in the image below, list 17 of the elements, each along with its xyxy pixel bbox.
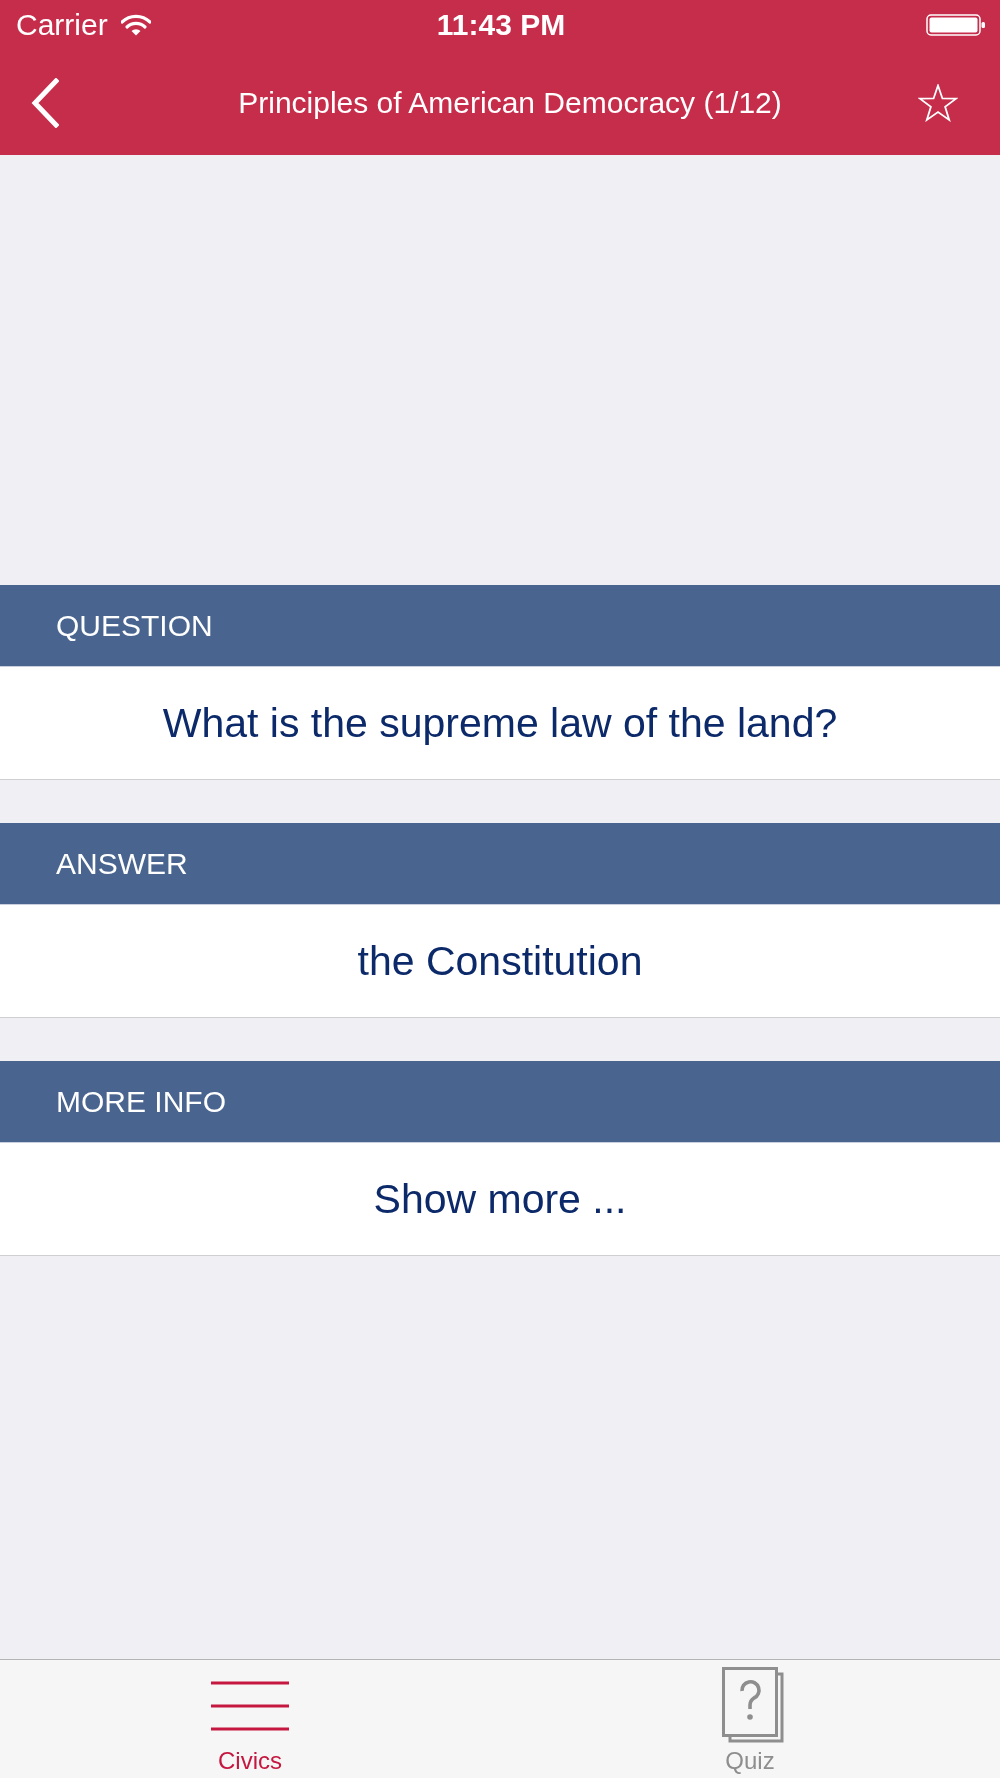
tab-button[interactable]: Quiz <box>500 1660 1000 1778</box>
clock-time: 11:43 PM <box>436 8 566 42</box>
tab-button[interactable]: Civics <box>0 1660 500 1778</box>
section-text: What is the supreme law of the land? <box>162 699 838 747</box>
carrier-label: Carrier <box>16 8 108 42</box>
section-text: Show more ... <box>373 1175 627 1223</box>
section-text: the Constitution <box>357 937 643 985</box>
menu-icon <box>211 1681 289 1731</box>
section-header: QUESTION <box>0 585 1000 667</box>
battery-icon <box>926 14 986 36</box>
section-header: MORE INFO <box>0 1061 1000 1143</box>
back-icon[interactable] <box>31 77 59 128</box>
section-header: ANSWER <box>0 823 1000 905</box>
wifi-icon <box>120 14 151 36</box>
screen-title: Principles of American Democracy (1/12) <box>237 85 783 120</box>
question-card-icon <box>722 1667 784 1743</box>
star-icon[interactable] <box>918 83 958 122</box>
